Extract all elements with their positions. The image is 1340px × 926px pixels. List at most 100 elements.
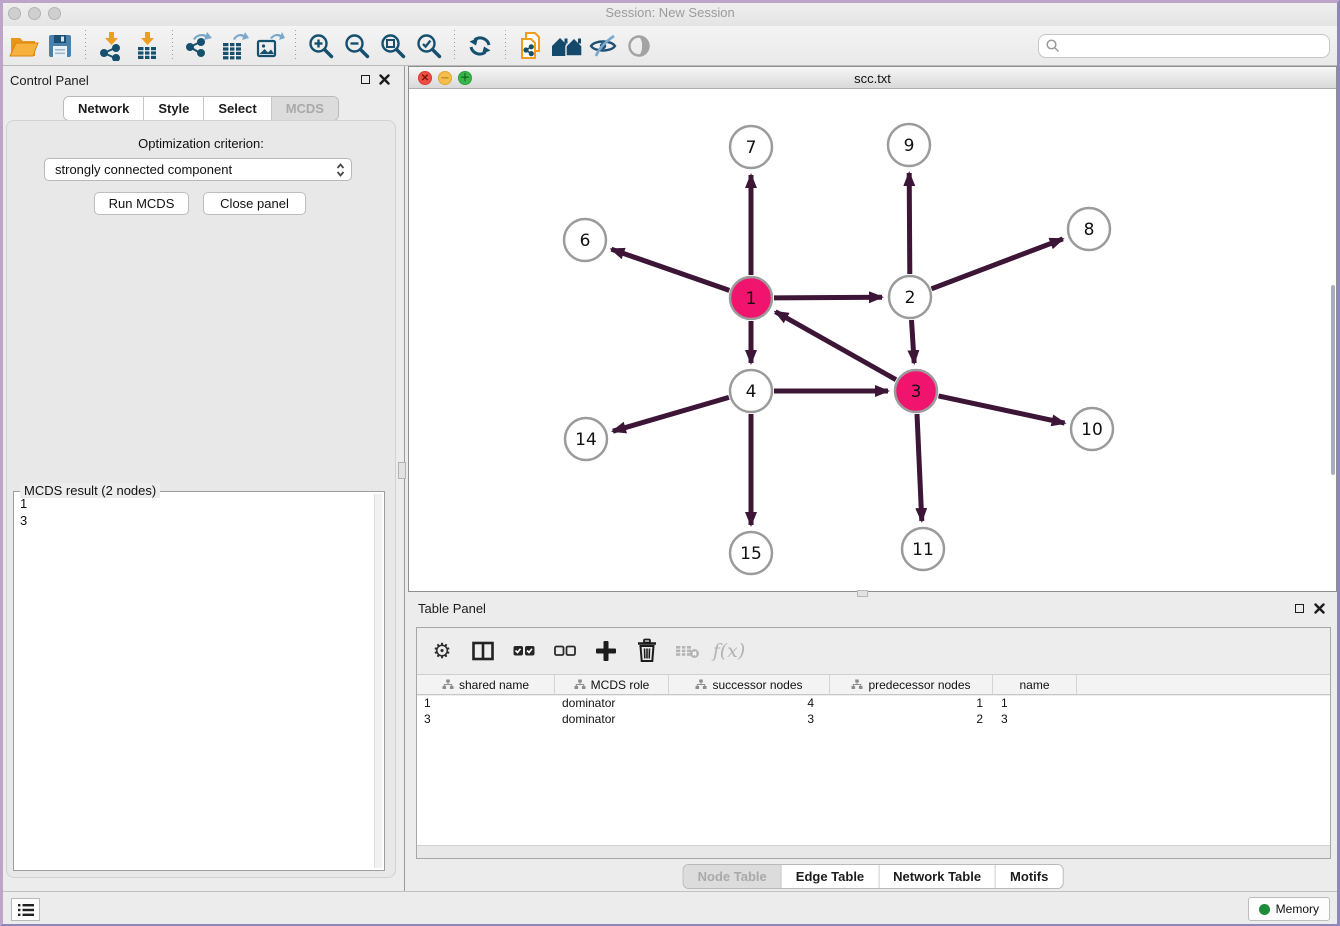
- toolbar-separator: [505, 30, 506, 62]
- node-10[interactable]: 10: [1071, 408, 1113, 450]
- result-line: 1: [20, 495, 372, 512]
- zoom-fit-button[interactable]: [375, 29, 411, 63]
- node-2[interactable]: 2: [889, 276, 931, 318]
- svg-text:15: 15: [740, 544, 762, 564]
- show-all-button[interactable]: [621, 29, 657, 63]
- tab-node-table[interactable]: Node Table: [684, 865, 782, 888]
- application-window: Session: New Session: [0, 0, 1340, 926]
- node-6[interactable]: 6: [564, 219, 606, 261]
- network-window-title: scc.txt: [409, 71, 1336, 86]
- column-header-successor-nodes[interactable]: successor nodes: [669, 675, 830, 694]
- export-network-button[interactable]: [180, 29, 216, 63]
- node-7[interactable]: 7: [730, 126, 772, 168]
- mcds-result-box: MCDS result (2 nodes) 1 3: [13, 491, 385, 871]
- edge-2-8[interactable]: [932, 239, 1063, 289]
- edge-1-6[interactable]: [611, 249, 729, 290]
- edge-3-10[interactable]: [939, 396, 1065, 423]
- zoom-selected-button[interactable]: [411, 29, 447, 63]
- table-row[interactable]: 3 dominator 3 2 3: [417, 712, 1330, 728]
- close-panel-icon[interactable]: [1314, 603, 1325, 614]
- vertical-splitter-grip[interactable]: [398, 462, 406, 479]
- deselect-all-button[interactable]: [552, 638, 578, 664]
- table-row[interactable]: 1 dominator 4 1 1: [417, 696, 1330, 712]
- svg-text:6: 6: [580, 231, 591, 251]
- network-graph[interactable]: 7 9 6 8 1 2 4 3 14 10 15 11: [409, 89, 1336, 591]
- table-tabs: Node Table Edge Table Network Table Moti…: [683, 864, 1064, 889]
- select-all-button[interactable]: [511, 638, 537, 664]
- node-8[interactable]: 8: [1068, 208, 1110, 250]
- mcds-result-text[interactable]: 1 3: [20, 495, 372, 867]
- delete-column-button[interactable]: [634, 638, 660, 664]
- tab-select[interactable]: Select: [204, 97, 271, 120]
- tab-motifs[interactable]: Motifs: [996, 865, 1062, 888]
- edge-1-2[interactable]: [774, 297, 882, 298]
- window-titlebar: Session: New Session: [0, 0, 1340, 26]
- network-window-titlebar[interactable]: ✕ ─ ＋ scc.txt: [409, 67, 1336, 89]
- save-floppy-icon: [46, 32, 74, 60]
- main-toolbar: [0, 26, 1340, 66]
- hide-selected-button[interactable]: [585, 29, 621, 63]
- result-scrollbar[interactable]: [374, 494, 382, 868]
- node-11[interactable]: 11: [902, 528, 944, 570]
- split-panel-button[interactable]: [470, 638, 496, 664]
- show-task-history-button[interactable]: [11, 898, 40, 921]
- zoom-in-button[interactable]: [303, 29, 339, 63]
- tab-network[interactable]: Network: [64, 97, 144, 120]
- open-session-button[interactable]: [6, 29, 42, 63]
- memory-button[interactable]: Memory: [1248, 897, 1330, 921]
- close-panel-icon[interactable]: [379, 74, 390, 85]
- eye-slash-icon: [588, 32, 618, 60]
- import-table-icon: [132, 31, 162, 61]
- svg-text:7: 7: [746, 138, 757, 158]
- network-canvas[interactable]: 7 9 6 8 1 2 4 3 14 10 15 11: [409, 89, 1336, 591]
- column-header-shared-name[interactable]: shared name: [417, 675, 555, 694]
- column-header-mcds-role[interactable]: MCDS role: [555, 675, 669, 694]
- save-session-button[interactable]: [42, 29, 78, 63]
- edge-3-11[interactable]: [917, 414, 922, 521]
- zoom-out-button[interactable]: [339, 29, 375, 63]
- svg-text:1: 1: [746, 289, 757, 309]
- edge-4-14[interactable]: [613, 397, 729, 431]
- export-network-icon: [183, 31, 213, 61]
- node-15[interactable]: 15: [730, 532, 772, 574]
- horizontal-splitter-grip[interactable]: [857, 590, 868, 597]
- import-network-button[interactable]: [93, 29, 129, 63]
- edge-2-9[interactable]: [909, 173, 910, 274]
- float-panel-icon[interactable]: [361, 75, 370, 84]
- search-input[interactable]: [1061, 39, 1323, 53]
- export-table-button[interactable]: [216, 29, 252, 63]
- node-3[interactable]: 3: [895, 370, 937, 412]
- delete-table-button-disabled: [675, 638, 701, 664]
- search-field[interactable]: [1038, 34, 1330, 58]
- export-image-button[interactable]: [252, 29, 288, 63]
- node-4[interactable]: 4: [730, 370, 772, 412]
- network-vertical-scrollbar[interactable]: [1331, 285, 1335, 475]
- reset-home-button[interactable]: [549, 29, 585, 63]
- table-horizontal-scrollbar[interactable]: [417, 845, 1330, 858]
- edge-3-1[interactable]: [775, 312, 896, 380]
- tab-network-table[interactable]: Network Table: [879, 865, 996, 888]
- table-toolbar: ⚙: [417, 628, 1330, 674]
- tab-mcds[interactable]: MCDS: [272, 97, 338, 120]
- column-settings-button[interactable]: ⚙: [429, 638, 455, 664]
- close-panel-button[interactable]: Close panel: [203, 192, 306, 215]
- add-column-button[interactable]: [593, 638, 619, 664]
- column-header-filler: [1077, 675, 1330, 694]
- tab-edge-table[interactable]: Edge Table: [782, 865, 879, 888]
- clone-network-button[interactable]: [513, 29, 549, 63]
- float-panel-icon[interactable]: [1295, 604, 1304, 613]
- svg-text:4: 4: [746, 382, 757, 402]
- run-mcds-button[interactable]: Run MCDS: [94, 192, 189, 215]
- toolbar-separator: [295, 30, 296, 62]
- import-network-icon: [96, 31, 126, 61]
- edge-2-3[interactable]: [912, 320, 915, 363]
- optimization-criterion-select[interactable]: strongly connected component: [44, 158, 352, 181]
- column-header-name[interactable]: name: [993, 675, 1077, 694]
- column-header-predecessor-nodes[interactable]: predecessor nodes: [830, 675, 993, 694]
- node-14[interactable]: 14: [565, 418, 607, 460]
- node-9[interactable]: 9: [888, 124, 930, 166]
- refresh-layout-button[interactable]: [462, 29, 498, 63]
- tab-style[interactable]: Style: [144, 97, 204, 120]
- import-table-button[interactable]: [129, 29, 165, 63]
- node-1[interactable]: 1: [730, 277, 772, 319]
